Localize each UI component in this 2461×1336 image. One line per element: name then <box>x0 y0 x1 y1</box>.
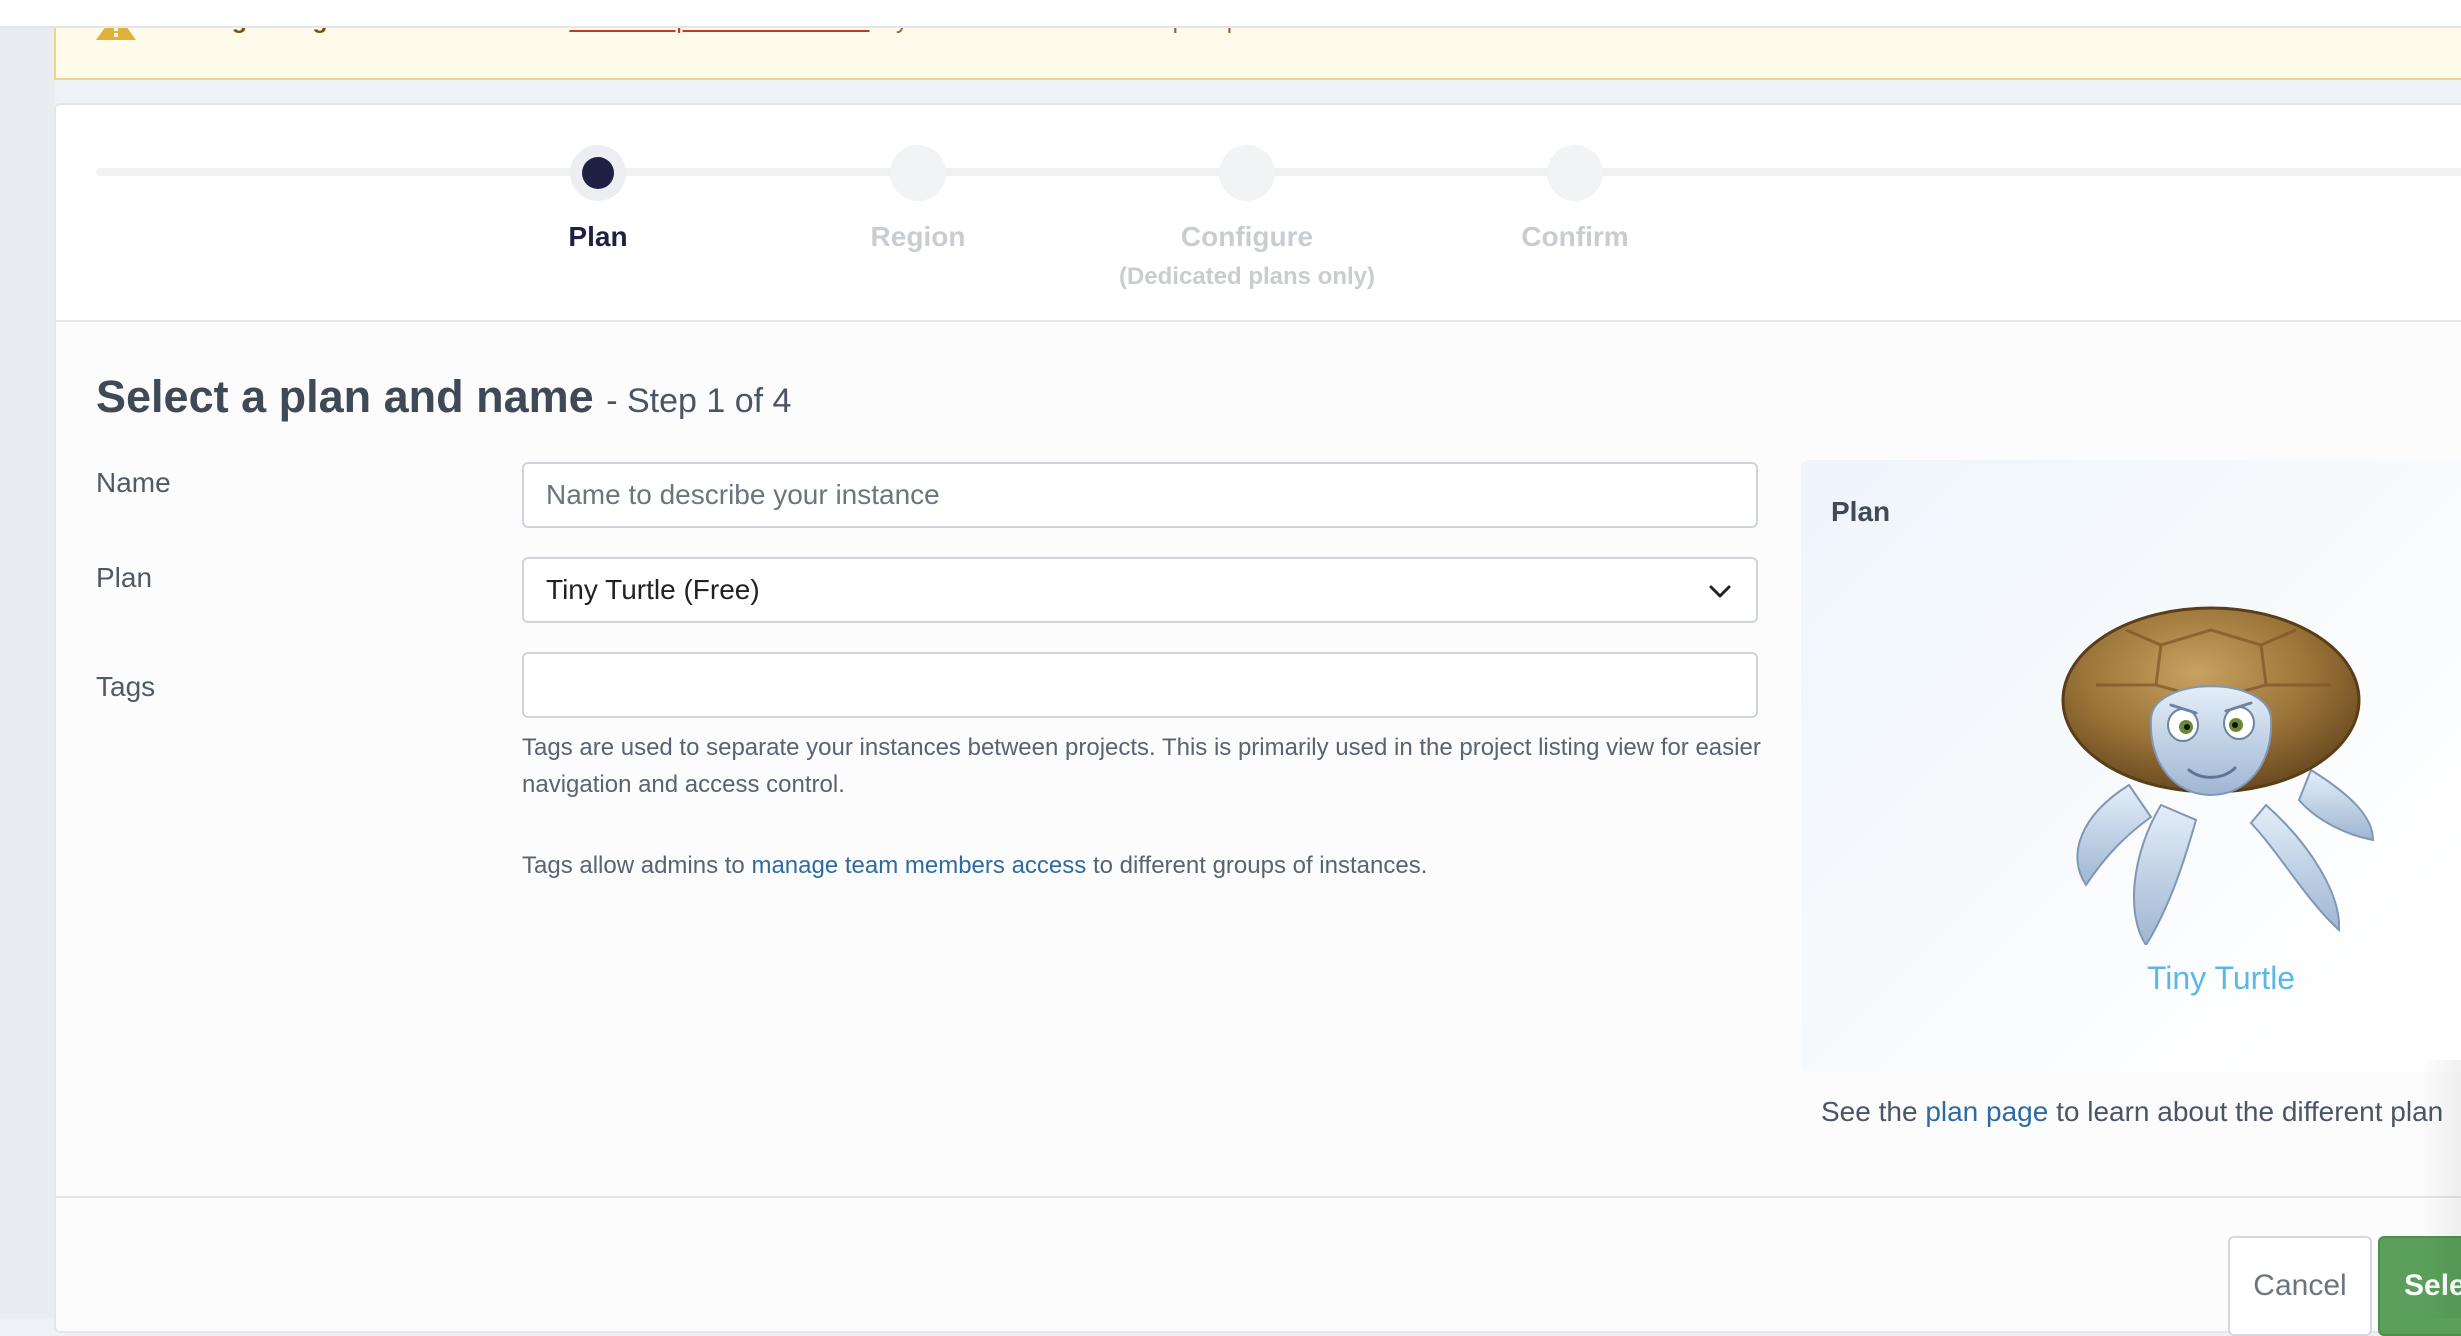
top-bar <box>0 0 2461 28</box>
tags-input[interactable] <box>522 652 1758 718</box>
page-title: Select a plan and name - Step 1 of 4 <box>96 371 791 423</box>
plan-select[interactable]: Tiny Turtle (Free) <box>522 557 1758 623</box>
step-label: Plan <box>568 221 628 252</box>
create-instance-card: Plan Region Configure (Dedicated plans o… <box>54 103 2461 1336</box>
name-input[interactable] <box>522 462 1758 528</box>
step-dot <box>1219 145 1275 201</box>
step-dot <box>570 145 626 201</box>
footer-divider <box>56 1196 2461 1198</box>
step-dot <box>1547 145 1603 201</box>
step-plan[interactable]: Plan <box>448 145 748 253</box>
left-sidebar-edge <box>0 26 55 1318</box>
step-label: Configure <box>1180 221 1314 252</box>
plan-note-pre: See the <box>1821 1096 1918 1127</box>
step-confirm: Confirm <box>1425 145 1725 253</box>
tags-admin-pre: Tags allow admins to <box>522 852 745 879</box>
turtle-mascot-icon <box>2061 606 2375 945</box>
cancel-button[interactable]: Cancel <box>2228 1236 2372 1336</box>
tags-admin-text: Tags allow admins to manage team members… <box>522 847 1762 884</box>
tags-label: Tags <box>96 671 156 702</box>
wizard-steps: Plan Region Configure (Dedicated plans o… <box>56 105 2461 322</box>
step-counter: - Step 1 of 4 <box>606 382 792 420</box>
step-configure: Configure (Dedicated plans only) <box>1097 145 1397 291</box>
step-label: Region <box>870 221 966 252</box>
chevron-down-icon <box>1709 585 1731 598</box>
plan-panel-title: Plan <box>1831 496 1891 527</box>
tags-help-text: Tags are used to separate your instances… <box>522 734 1761 798</box>
plan-note-post: to learn about the different plan <box>2056 1096 2444 1127</box>
plan-label: Plan <box>96 562 153 593</box>
tags-admin-post: to different groups of instances. <box>1092 852 1428 879</box>
name-label: Name <box>96 467 171 498</box>
step-dot <box>890 145 946 201</box>
plan-page-link[interactable]: plan page <box>1925 1096 2048 1127</box>
plan-note: See the plan page to learn about the dif… <box>1821 1096 2443 1128</box>
step-region: Region <box>768 145 1068 253</box>
plan-name: Tiny Turtle <box>2146 960 2296 996</box>
edge-shadow <box>2420 1060 2461 1318</box>
plan-select-value: Tiny Turtle (Free) <box>546 574 760 605</box>
step-label: Confirm <box>1521 221 1629 252</box>
step-sublabel: (Dedicated plans only) <box>1118 263 1376 290</box>
page-title-text: Select a plan and name <box>96 371 594 422</box>
plan-preview-panel: Plan Tiny Turtle <box>1801 460 2461 1072</box>
manage-team-access-link[interactable]: manage team members access <box>751 852 1086 879</box>
